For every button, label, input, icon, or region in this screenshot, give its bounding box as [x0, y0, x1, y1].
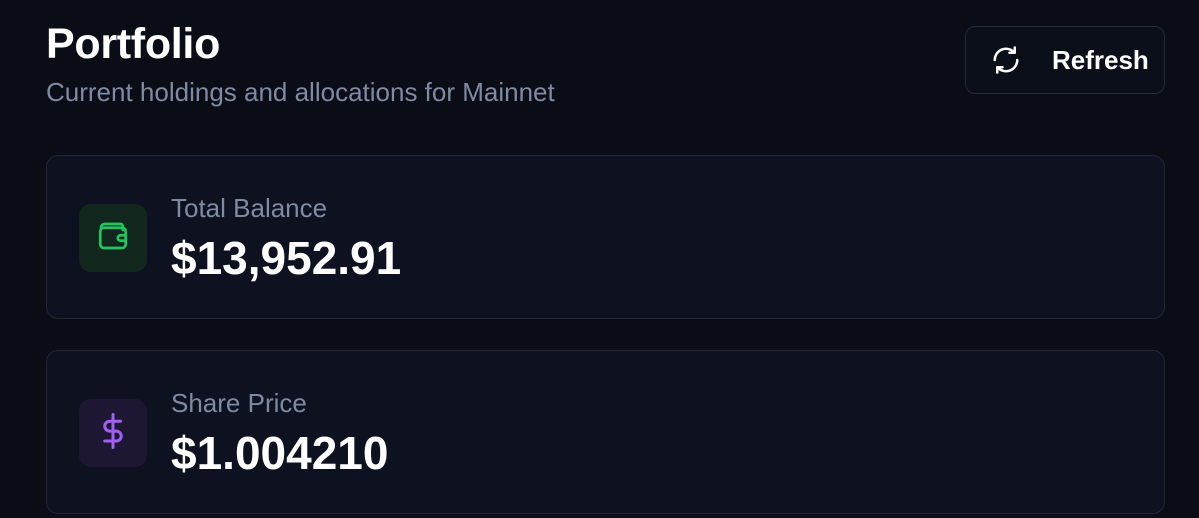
stat-label: Total Balance: [171, 193, 328, 223]
portfolio-page: Portfolio Current holdings and allocatio…: [0, 0, 1199, 518]
refresh-button[interactable]: Refresh: [965, 26, 1165, 94]
wallet-icon: [95, 218, 131, 259]
share-price-card: Share Price $1.004210: [46, 350, 1165, 514]
stat-value: $1.004210: [171, 427, 389, 479]
stat-value: $13,952.91: [171, 232, 402, 284]
page-subtitle: Current holdings and allocations for Mai…: [46, 77, 555, 107]
total-balance-card: Total Balance $13,952.91: [46, 155, 1165, 319]
dollar-icon-badge: [79, 399, 147, 467]
page-title: Portfolio: [46, 20, 221, 68]
refresh-icon: [990, 44, 1022, 76]
stat-label: Share Price: [171, 388, 307, 418]
wallet-icon-badge: [79, 204, 147, 272]
dollar-icon: [95, 411, 131, 456]
refresh-button-label: Refresh: [1052, 44, 1149, 75]
